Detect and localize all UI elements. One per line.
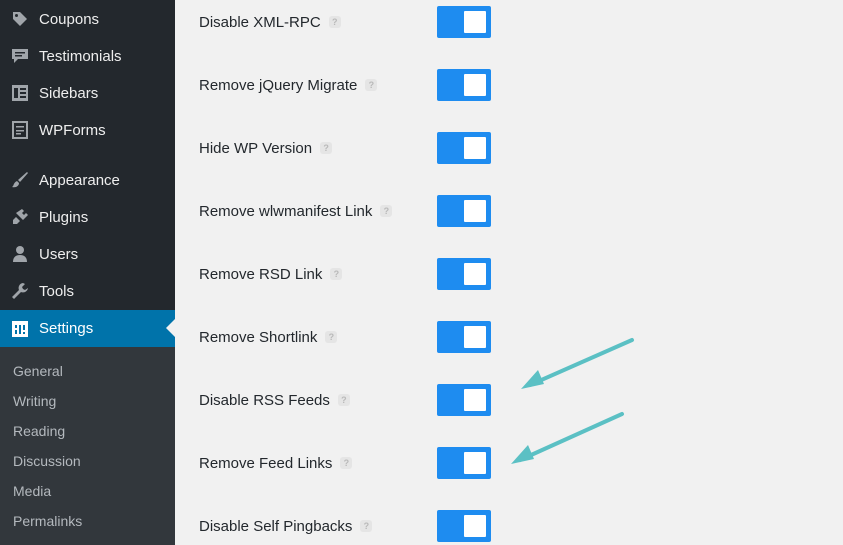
submenu-item-discussion[interactable]: Discussion	[13, 453, 81, 469]
toggle-remove-rsd-link[interactable]	[437, 258, 491, 290]
submenu-item-reading[interactable]: Reading	[13, 423, 65, 439]
sidebar-item-plugins[interactable]: Plugins	[0, 199, 175, 235]
help-icon[interactable]: ?	[365, 79, 378, 91]
setting-label: Remove RSD Link	[199, 265, 323, 283]
annotation-arrow-rss-feeds	[521, 338, 634, 389]
help-icon[interactable]: ?	[325, 331, 338, 343]
toggle-disable-self-pingbacks[interactable]	[437, 510, 491, 542]
toggle-knob	[464, 452, 486, 474]
toggle-knob	[464, 389, 486, 411]
toggle-disable-xml-rpc[interactable]	[437, 6, 491, 38]
setting-label: Remove Shortlink	[199, 328, 318, 346]
sidebar-item-testimonials[interactable]: Testimonials	[0, 38, 175, 74]
admin-sidebar: Coupons Testimonials Sidebars WPForms Ap…	[0, 0, 175, 545]
setting-row: Remove Shortlink ?	[199, 327, 338, 347]
toggle-remove-jquery-migrate[interactable]	[437, 69, 491, 101]
setting-row: Disable RSS Feeds ?	[199, 390, 350, 410]
sidebars-icon	[10, 83, 30, 103]
help-icon[interactable]: ?	[360, 520, 373, 532]
sidebar-item-tools[interactable]: Tools	[0, 273, 175, 309]
setting-label: Disable Self Pingbacks	[199, 517, 353, 535]
setting-label: Hide WP Version	[199, 139, 313, 157]
toggle-knob	[464, 74, 486, 96]
help-icon[interactable]: ?	[380, 205, 393, 217]
sidebar-item-coupons[interactable]: Coupons	[0, 1, 175, 37]
submenu-item-writing[interactable]: Writing	[13, 393, 56, 409]
help-icon[interactable]: ?	[340, 457, 353, 469]
toggle-remove-shortlink[interactable]	[437, 321, 491, 353]
annotation-arrow-feed-links	[511, 412, 624, 464]
sidebar-item-settings[interactable]: Settings	[0, 310, 175, 347]
sidebar-item-label: Plugins	[39, 208, 89, 226]
sidebar-item-label: WPForms	[39, 121, 106, 139]
setting-label: Disable XML-RPC	[199, 13, 321, 31]
toggle-disable-rss-feeds[interactable]	[437, 384, 491, 416]
paintbrush-icon	[10, 170, 30, 190]
wrench-icon	[10, 281, 30, 301]
active-indicator	[166, 319, 175, 337]
sidebar-item-label: Users	[39, 245, 79, 263]
toggle-remove-feed-links[interactable]	[437, 447, 491, 479]
toggle-knob	[464, 263, 486, 285]
toggle-knob	[464, 137, 486, 159]
form-icon	[10, 120, 30, 140]
setting-label: Disable RSS Feeds	[199, 391, 330, 409]
setting-label: Remove Feed Links	[199, 454, 333, 472]
toggle-hide-wp-version[interactable]	[437, 132, 491, 164]
toggle-knob	[464, 200, 486, 222]
sidebar-item-sidebars[interactable]: Sidebars	[0, 75, 175, 111]
toggle-remove-wlwmanifest-link[interactable]	[437, 195, 491, 227]
sidebar-item-label: Coupons	[39, 10, 100, 28]
sidebar-item-users[interactable]: Users	[0, 236, 175, 272]
setting-row: Disable XML-RPC ?	[199, 12, 341, 32]
sidebar-item-wpforms[interactable]: WPForms	[0, 112, 175, 148]
user-icon	[10, 244, 30, 264]
help-icon[interactable]: ?	[328, 16, 341, 28]
help-icon[interactable]: ?	[320, 142, 333, 154]
setting-label: Remove wlwmanifest Link	[199, 202, 373, 220]
submenu-item-permalinks[interactable]: Permalinks	[13, 513, 82, 529]
plug-icon	[10, 207, 30, 227]
setting-row: Remove jQuery Migrate ?	[199, 75, 378, 95]
sidebar-item-label: Settings	[39, 320, 94, 337]
comment-icon	[10, 46, 30, 66]
setting-label: Remove jQuery Migrate	[199, 76, 358, 94]
tag-icon	[10, 9, 30, 29]
sidebar-item-appearance[interactable]: Appearance	[0, 162, 175, 198]
setting-row: Hide WP Version ?	[199, 138, 333, 158]
help-icon[interactable]: ?	[330, 268, 343, 280]
sidebar-item-label: Sidebars	[39, 84, 99, 102]
setting-row: Remove wlwmanifest Link ?	[199, 201, 393, 221]
setting-row: Remove Feed Links ?	[199, 453, 353, 473]
sidebar-item-label: Testimonials	[39, 47, 122, 65]
setting-row: Remove RSD Link ?	[199, 264, 343, 284]
setting-row: Disable Self Pingbacks ?	[199, 516, 373, 536]
settings-submenu: General Writing Reading Discussion Media…	[0, 347, 175, 545]
sidebar-item-label: Tools	[39, 282, 75, 300]
submenu-item-general[interactable]: General	[13, 363, 63, 379]
submenu-item-media[interactable]: Media	[13, 483, 51, 499]
sidebar-item-label: Appearance	[39, 171, 120, 189]
help-icon[interactable]: ?	[337, 394, 350, 406]
toggle-knob	[464, 11, 486, 33]
toggle-knob	[464, 515, 486, 537]
settings-icon	[10, 319, 30, 339]
toggle-knob	[464, 326, 486, 348]
